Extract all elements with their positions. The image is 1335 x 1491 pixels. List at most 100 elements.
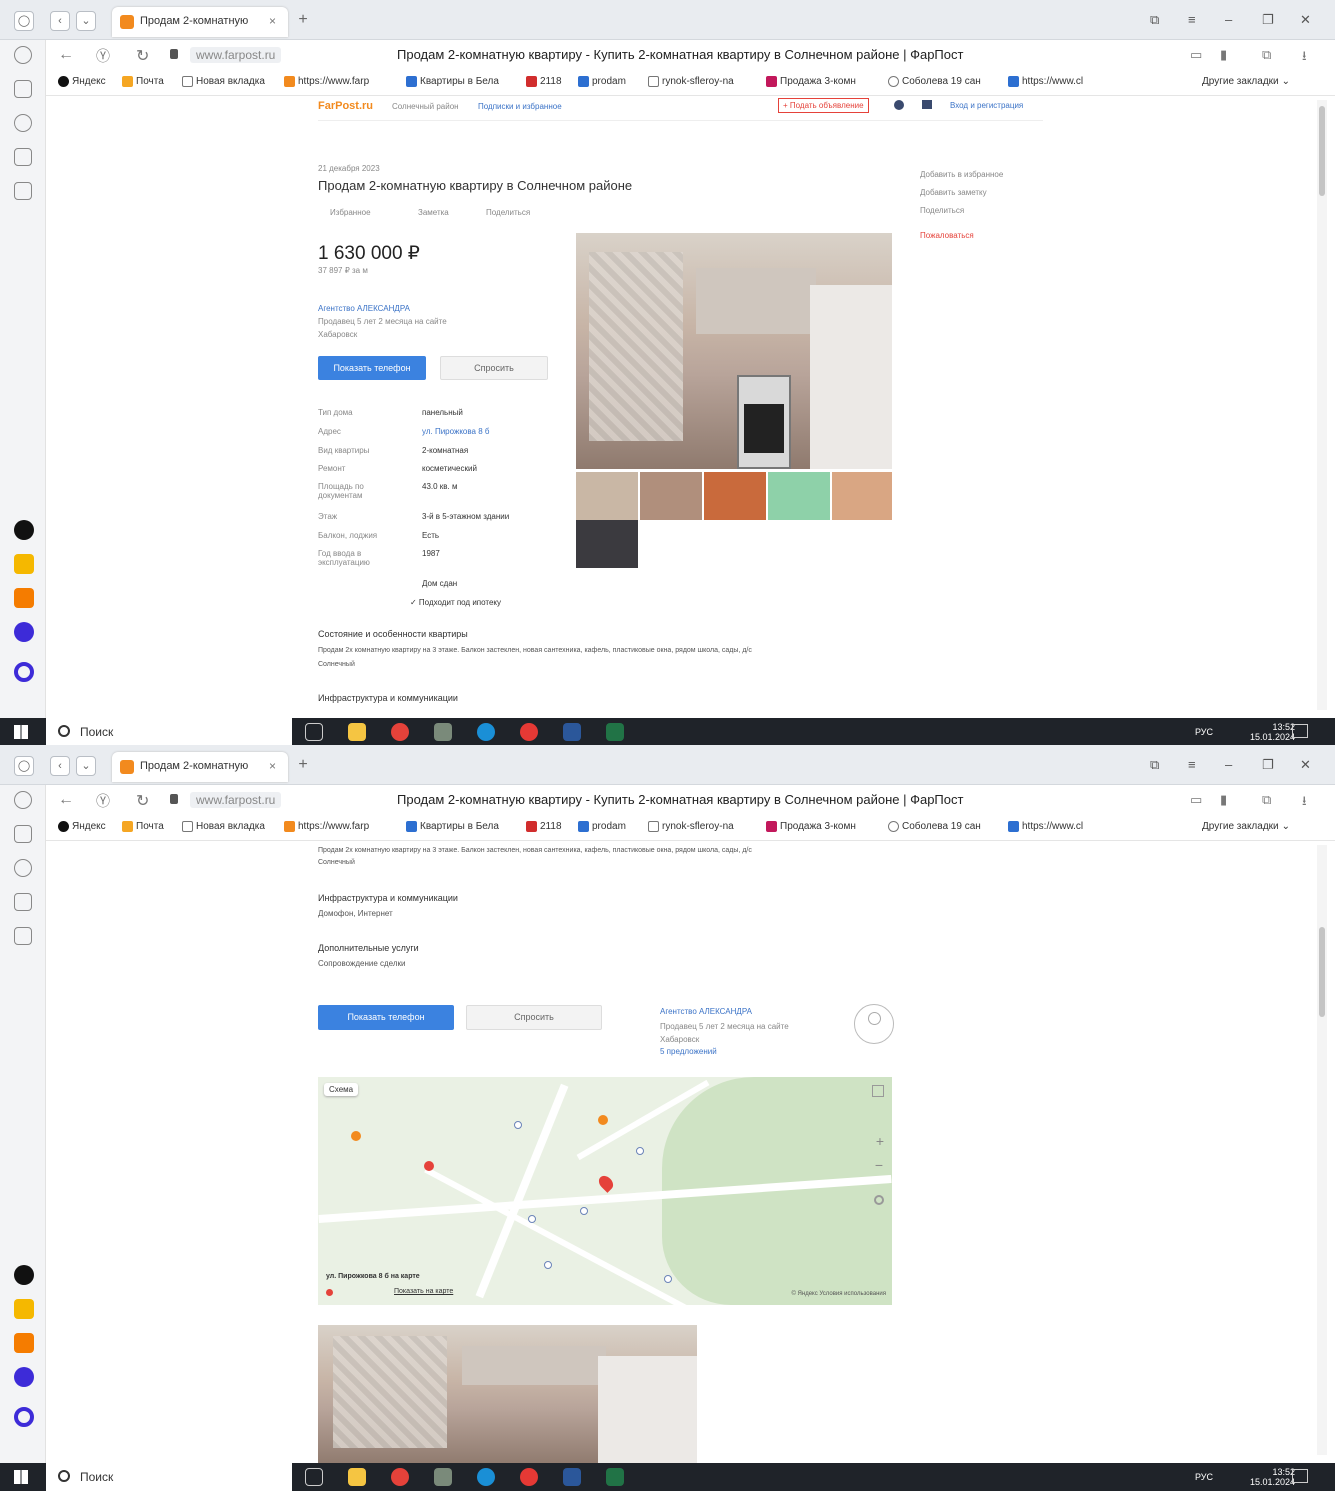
yandex-icon[interactable]: Ⓨ [96, 46, 110, 66]
bookmark-item[interactable]: Продажа 3-комн [766, 821, 856, 832]
back-icon[interactable]: ← [58, 46, 74, 64]
map-credits[interactable]: © Яндекс Условия использования [791, 1291, 886, 1297]
bookmark-item[interactable]: 2118 [526, 76, 562, 87]
main-photo[interactable] [576, 233, 892, 469]
location-map[interactable]: Схема + − ул. Пирожкова 8 б на карте Пок… [318, 1077, 892, 1305]
photo-thumbnail[interactable] [704, 472, 766, 520]
geolocation-icon[interactable] [874, 1195, 884, 1205]
tabs-icon[interactable]: ⧉ [1262, 792, 1271, 808]
bookmark-item[interactable]: prodam [578, 821, 626, 832]
page-scrollbar[interactable] [1317, 845, 1327, 1455]
bookmark-item[interactable]: https://www.cl [1008, 821, 1083, 832]
close-tab-icon[interactable]: × [269, 759, 276, 773]
app-icon[interactable] [14, 662, 34, 682]
bookmark-item[interactable]: Почта [122, 821, 164, 832]
back-tab-icon[interactable]: ‹ [50, 11, 70, 31]
show-phone-button[interactable]: Показать телефон [318, 1005, 454, 1030]
site-logo[interactable]: FarPost.ru [318, 100, 373, 112]
scrollbar-thumb[interactable] [1319, 927, 1325, 1017]
taskbar-search[interactable]: Поиск [46, 1463, 292, 1491]
bookmark-item[interactable]: Почта [122, 76, 164, 87]
edge-icon[interactable] [477, 723, 495, 741]
show-on-map-link[interactable]: Показать на карте [394, 1288, 453, 1295]
app-icon[interactable] [14, 622, 34, 642]
nav-item[interactable]: Подписки и избранное [478, 102, 562, 111]
side-action[interactable]: Добавить в избранное [920, 170, 1003, 179]
note-action[interactable]: Заметка [418, 208, 449, 217]
close-tab-icon[interactable]: × [269, 14, 276, 28]
reader-icon[interactable]: ▭ [1190, 792, 1202, 808]
app-icon[interactable] [14, 1265, 34, 1285]
reader-icon[interactable]: ▭ [1190, 47, 1202, 63]
tabs-menu-icon[interactable]: ⌄ [76, 11, 96, 31]
task-view-icon[interactable] [305, 723, 323, 741]
taskbar-search[interactable]: Поиск [46, 718, 292, 746]
bookmark-item[interactable]: https://www.farp [284, 821, 369, 832]
poi-icon[interactable] [580, 1207, 588, 1215]
poi-icon[interactable] [351, 1131, 361, 1141]
photo-thumbnail[interactable] [576, 520, 638, 568]
back-icon[interactable]: ← [58, 791, 74, 809]
clock[interactable]: 13:52 15.01.2024 [1250, 722, 1295, 742]
gallery-icon[interactable] [14, 927, 32, 945]
show-phone-button[interactable]: Показать телефон [318, 356, 426, 380]
bookmark-item[interactable]: Продажа 3-комн [766, 76, 856, 87]
bookmark-item[interactable]: prodam [578, 76, 626, 87]
tab-panel-icon[interactable]: ⧉ [1150, 12, 1159, 28]
poi-icon[interactable] [424, 1161, 434, 1171]
notification-center-icon[interactable] [1292, 724, 1308, 738]
windows-start-icon[interactable] [14, 725, 28, 739]
app-icon[interactable] [434, 723, 452, 741]
favorite-action[interactable]: Избранное [330, 208, 371, 217]
bookmark-item[interactable]: Соболева 19 сан [888, 821, 981, 832]
yandex-browser-icon[interactable] [391, 723, 409, 741]
fullscreen-icon[interactable] [872, 1085, 884, 1097]
download-icon[interactable]: ⭳ [1302, 792, 1307, 814]
ask-button[interactable]: Спросить [440, 356, 548, 380]
photo-thumbnail[interactable] [832, 472, 892, 520]
poi-icon[interactable] [544, 1261, 552, 1269]
excel-icon[interactable] [606, 723, 624, 741]
post-ad-button[interactable]: + Подать объявление [778, 98, 869, 113]
gallery-icon[interactable] [14, 182, 32, 200]
photo-thumbnail[interactable] [768, 472, 830, 520]
task-view-icon[interactable] [305, 1468, 323, 1486]
map-layer-button[interactable]: Схема [324, 1083, 359, 1096]
bookmark-item[interactable]: Соболева 19 сан [888, 76, 981, 87]
clock[interactable]: 13:52 15.01.2024 [1250, 1467, 1295, 1487]
location-pin-icon[interactable] [596, 1173, 616, 1193]
bookmark-item[interactable]: https://www.cl [1008, 76, 1083, 87]
gallery-photo[interactable] [318, 1325, 697, 1463]
media-icon[interactable] [14, 859, 32, 877]
close-window-icon[interactable]: ✕ [1300, 12, 1311, 28]
yandex-browser-icon[interactable] [391, 1468, 409, 1486]
seller-name[interactable]: Агентство АЛЕКСАНДРА [318, 304, 410, 313]
bookmark-item[interactable]: Квартиры в Бела [406, 821, 499, 832]
download-icon[interactable]: ⭳ [1302, 47, 1307, 69]
bookmark-item[interactable]: Новая вкладка [182, 76, 265, 87]
other-bookmarks[interactable]: Другие закладки ⌄ [1202, 76, 1290, 87]
language-indicator[interactable]: РУС [1195, 727, 1213, 737]
reload-icon[interactable]: ↻ [136, 791, 149, 811]
poi-icon[interactable] [636, 1147, 644, 1155]
reload-icon[interactable]: ↻ [136, 46, 149, 66]
downloads-sidebar-icon[interactable] [14, 893, 32, 911]
notifications-icon[interactable] [894, 100, 904, 110]
tabs-icon[interactable]: ⧉ [1262, 47, 1271, 63]
address-domain[interactable]: www.farpost.ru [190, 792, 282, 808]
edge-icon[interactable] [477, 1468, 495, 1486]
yandex-icon[interactable]: Ⓨ [96, 791, 110, 811]
browser-tab[interactable]: Продам 2-комнатную × [112, 7, 288, 37]
maximize-icon[interactable]: ❐ [1262, 757, 1274, 773]
report-action[interactable]: Пожаловаться [920, 231, 974, 240]
poi-icon[interactable] [664, 1275, 672, 1283]
profile-icon[interactable]: ◯ [14, 11, 34, 31]
app-icon[interactable] [434, 1468, 452, 1486]
tab-panel-icon[interactable]: ⧉ [1150, 757, 1159, 773]
bookmark-item[interactable]: Новая вкладка [182, 821, 265, 832]
messages-icon[interactable] [922, 100, 932, 109]
new-tab-button[interactable]: + [294, 12, 312, 30]
scrollbar-thumb[interactable] [1319, 106, 1325, 196]
address-link[interactable]: ул. Пирожкова 8 б [422, 427, 489, 436]
app-icon[interactable] [14, 588, 34, 608]
